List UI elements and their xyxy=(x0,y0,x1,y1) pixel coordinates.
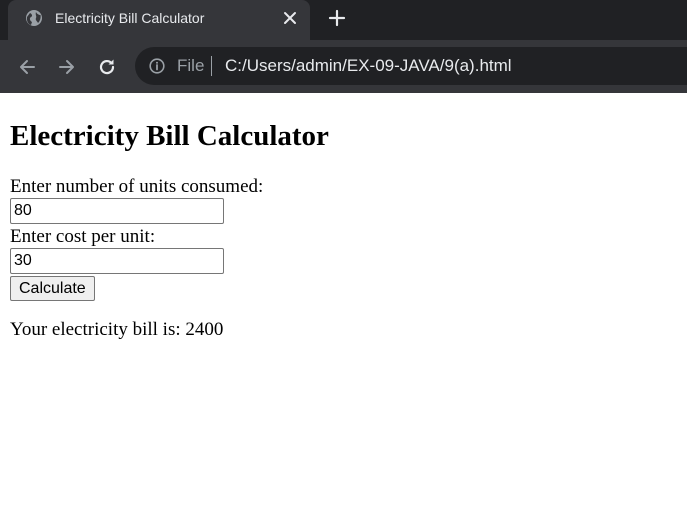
address-bar[interactable]: File C:/Users/admin/EX-09-JAVA/9(a).html xyxy=(135,47,687,85)
units-label: Enter number of units consumed: xyxy=(10,176,264,197)
calculate-button[interactable]: Calculate xyxy=(10,276,95,301)
cost-label: Enter cost per unit: xyxy=(10,226,156,247)
cost-per-unit-input[interactable] xyxy=(10,248,224,274)
browser-tab[interactable]: Electricity Bill Calculator xyxy=(8,0,310,40)
page-content: Electricity Bill Calculator Enter number… xyxy=(0,93,687,341)
browser-toolbar: File C:/Users/admin/EX-09-JAVA/9(a).html xyxy=(0,40,687,93)
globe-icon xyxy=(26,10,42,26)
close-tab-icon[interactable] xyxy=(283,11,297,25)
scheme-divider xyxy=(211,56,212,76)
tab-strip: Electricity Bill Calculator xyxy=(0,0,687,40)
info-icon[interactable] xyxy=(149,58,165,74)
reload-icon[interactable] xyxy=(97,57,117,77)
forward-arrow-icon[interactable] xyxy=(57,57,77,77)
new-tab-icon[interactable] xyxy=(328,9,346,27)
back-arrow-icon[interactable] xyxy=(17,57,37,77)
bill-result-text: Your electricity bill is: 2400 xyxy=(10,319,224,340)
url-text[interactable]: C:/Users/admin/EX-09-JAVA/9(a).html xyxy=(225,56,512,76)
units-input[interactable] xyxy=(10,198,224,224)
url-scheme-label: File xyxy=(177,56,205,75)
page-title: Electricity Bill Calculator xyxy=(10,120,329,152)
tab-title: Electricity Bill Calculator xyxy=(55,10,205,26)
bill-form: Enter number of units consumed: Enter co… xyxy=(10,176,677,301)
